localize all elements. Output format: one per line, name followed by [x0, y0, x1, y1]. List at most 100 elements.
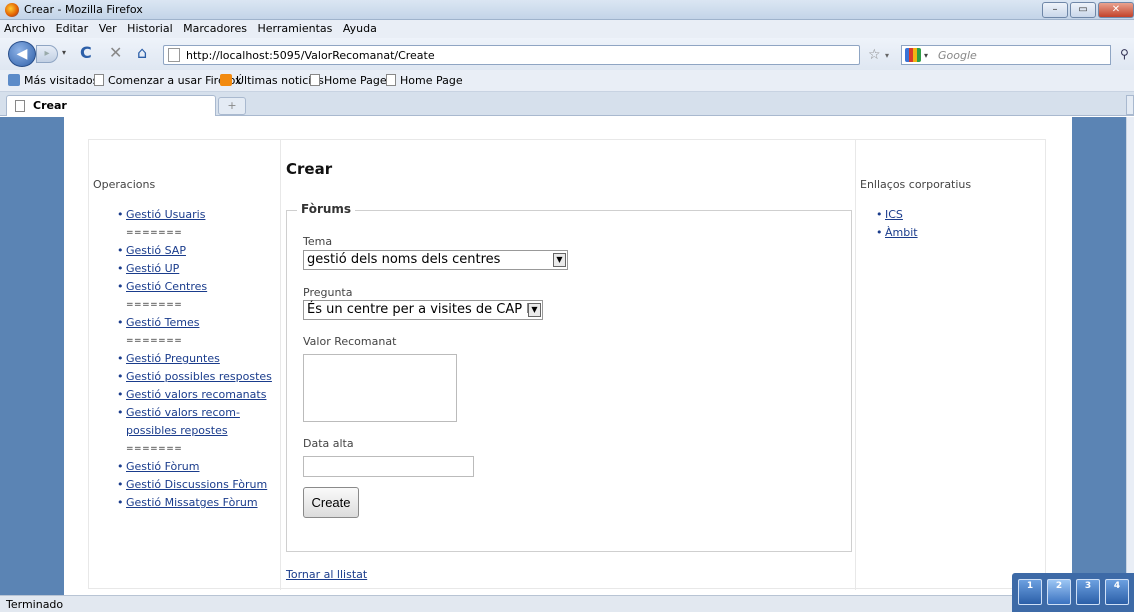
pregunta-select[interactable]: És un centre per a visites de CAP II? ▼ [303, 300, 543, 320]
bookmark-ultimas-noticias[interactable]: Últimas noticias [220, 74, 324, 87]
page-inner: Operacions Gestió Usuaris ======= Gestió… [88, 139, 1047, 590]
right-sidebar: Enllaços corporatius ICS Àmbit [855, 140, 1047, 590]
window-titlebar: Crear - Mozilla Firefox – ▭ ✕ [0, 0, 1134, 20]
window-title: Crear - Mozilla Firefox [24, 3, 143, 16]
link-ambit[interactable]: Àmbit [876, 224, 1046, 242]
chevron-down-icon[interactable]: ▼ [528, 303, 541, 317]
sidebar-item-gestio-valors-recom-possibles[interactable]: Gestió valors recom- [117, 404, 287, 422]
fieldset-legend: Fòrums [297, 202, 356, 216]
sidebar-item-gestio-up[interactable]: Gestió UP [117, 260, 287, 278]
corporate-links-list: ICS Àmbit [876, 206, 1046, 242]
search-icon[interactable]: ⚲ [1120, 47, 1129, 61]
sidebar-item-gestio-possibles-respostes[interactable]: Gestió possibles respostes [117, 368, 287, 386]
desktop-1-button[interactable]: 1 [1018, 579, 1042, 605]
sidebar-item-gestio-valors-recom-possibles-cont[interactable]: possibles repostes [117, 422, 287, 440]
new-tab-button[interactable]: + [218, 97, 246, 115]
most-visited-icon [8, 74, 20, 86]
home-icon[interactable]: ⌂ [137, 45, 147, 61]
separator: ======= [126, 228, 183, 238]
back-to-list-link[interactable]: Tornar al llistat [286, 568, 367, 581]
bookmark-home-page-2[interactable]: Home Page [386, 74, 463, 87]
bookmark-star-icon[interactable]: ☆ [868, 47, 881, 63]
tema-select[interactable]: gestió dels noms dels centres ▼ [303, 250, 568, 270]
right-sidebar-heading: Enllaços corporatius [860, 178, 972, 191]
desktop-switcher: 1 2 3 4 [1012, 573, 1134, 612]
history-dropdown-icon[interactable]: ▾ [62, 48, 66, 57]
tab-strip: Crear + [0, 92, 1134, 116]
page-icon [15, 100, 25, 112]
create-button[interactable]: Create [303, 487, 359, 518]
sidebar-item-gestio-forum[interactable]: Gestió Fòrum [117, 458, 287, 476]
chevron-down-icon[interactable]: ▼ [553, 253, 566, 267]
sidebar-item-gestio-usuaris[interactable]: Gestió Usuaris [117, 206, 287, 224]
forward-icon[interactable]: ▸ [36, 45, 58, 63]
sidebar-item-gestio-centres[interactable]: Gestió Centres [117, 278, 287, 296]
forums-fieldset: Fòrums Tema gestió dels noms dels centre… [286, 202, 852, 552]
page-icon [168, 48, 180, 62]
bookmarks-toolbar: Más visitados Comenzar a usar Firefox Úl… [0, 70, 1134, 92]
tab-label: Crear [33, 99, 67, 112]
sidebar-heading: Operacions [93, 178, 156, 191]
menu-editar[interactable]: Editar [52, 20, 92, 35]
menu-herramientas[interactable]: Herramientas [253, 20, 335, 35]
search-placeholder: Google [938, 49, 977, 62]
pregunta-label: Pregunta [303, 286, 353, 299]
menu-bar: Archivo Editar Ver Historial Marcadores … [0, 20, 1134, 38]
url-dropdown-icon[interactable]: ▾ [885, 51, 889, 60]
menu-historial[interactable]: Historial [123, 20, 175, 35]
rss-icon [220, 74, 232, 86]
stop-icon[interactable]: ✕ [109, 45, 122, 61]
page-content: Operacions Gestió Usuaris ======= Gestió… [64, 117, 1072, 595]
link-ics[interactable]: ICS [876, 206, 1046, 224]
vertical-scrollbar[interactable] [1126, 117, 1134, 595]
tema-label: Tema [303, 235, 333, 248]
minimize-button[interactable]: – [1042, 2, 1068, 18]
separator: ======= [126, 444, 183, 454]
page-viewport: Operacions Gestió Usuaris ======= Gestió… [0, 117, 1126, 595]
sidebar-item-gestio-valors-recomanats[interactable]: Gestió valors recomanats [117, 386, 287, 404]
sidebar-item-gestio-sap[interactable]: Gestió SAP [117, 242, 287, 260]
navigation-toolbar: ▸ ◀ ▾ C ✕ ⌂ http://localhost:5095/ValorR… [0, 38, 1134, 70]
url-bar[interactable]: http://localhost:5095/ValorRecomanat/Cre… [163, 45, 860, 65]
pregunta-selected-value: És un centre per a visites de CAP II? [307, 302, 541, 317]
reload-icon[interactable]: C [80, 45, 92, 61]
menu-ayuda[interactable]: Ayuda [339, 20, 380, 35]
tab-crear[interactable]: Crear [6, 95, 216, 116]
sidebar-item-gestio-preguntes[interactable]: Gestió Preguntes [117, 350, 287, 368]
data-alta-input[interactable] [303, 456, 474, 477]
tab-scroll-button[interactable] [1126, 95, 1134, 115]
desktop-4-button[interactable]: 4 [1105, 579, 1129, 605]
menu-ver[interactable]: Ver [95, 20, 120, 35]
valor-recomanat-label: Valor Recomanat [303, 335, 397, 348]
tema-selected-value: gestió dels noms dels centres [307, 252, 501, 267]
sidebar-item-gestio-discussions-forum[interactable]: Gestió Discussions Fòrum [117, 476, 287, 494]
valor-recomanat-textarea[interactable] [303, 354, 457, 422]
menu-archivo[interactable]: Archivo [0, 20, 48, 35]
data-alta-label: Data alta [303, 437, 354, 450]
status-bar: Terminado [0, 595, 1134, 612]
operations-list: Gestió Usuaris ======= Gestió SAP Gestió… [117, 206, 287, 512]
sidebar-item-gestio-missatges-forum[interactable]: Gestió Missatges Fòrum [117, 494, 287, 512]
page-icon [386, 74, 396, 86]
left-sidebar: Operacions Gestió Usuaris ======= Gestió… [89, 140, 281, 590]
firefox-icon [5, 3, 19, 17]
menu-marcadores[interactable]: Marcadores [179, 20, 250, 35]
separator: ======= [126, 336, 183, 346]
page-icon [310, 74, 320, 86]
page-title: Crear [286, 160, 333, 178]
sidebar-item-gestio-temes[interactable]: Gestió Temes [117, 314, 287, 332]
search-engine-dropdown-icon[interactable]: ▾ [924, 51, 928, 60]
status-text: Terminado [6, 598, 64, 611]
bookmark-mas-visitados[interactable]: Más visitados [8, 74, 98, 87]
url-text: http://localhost:5095/ValorRecomanat/Cre… [186, 49, 435, 62]
search-engine-icon[interactable] [905, 48, 921, 62]
search-input[interactable]: ▾ Google [901, 45, 1111, 65]
maximize-button[interactable]: ▭ [1070, 2, 1096, 18]
close-button[interactable]: ✕ [1098, 2, 1134, 18]
desktop-3-button[interactable]: 3 [1076, 579, 1100, 605]
back-icon[interactable]: ◀ [8, 41, 36, 67]
separator: ======= [126, 300, 183, 310]
desktop-2-button[interactable]: 2 [1047, 579, 1071, 605]
page-icon [94, 74, 104, 86]
bookmark-home-page-1[interactable]: Home Page [310, 74, 387, 87]
